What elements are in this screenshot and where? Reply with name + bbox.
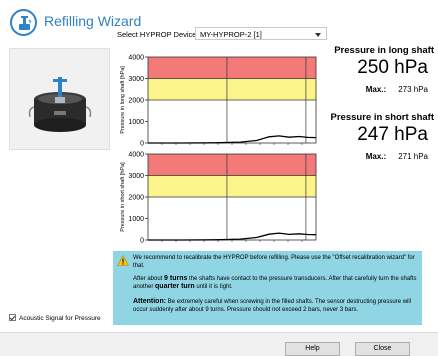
y-axis-label: Pressure in long shaft [hPa] [120,66,126,134]
long-shaft-max-label: Max.: [365,85,387,94]
short-shaft-title: Pressure in short shaft [330,112,434,123]
y-tick-label: 4000 [128,55,144,62]
chevron-down-icon [315,33,321,37]
info-turns-count: 9 turns [164,275,188,282]
acoustic-signal-option[interactable]: Acoustic Signal for Pressure [9,314,101,322]
long-shaft-value: 250 hPa [357,57,428,78]
info-turns-text: After about 9 turns the shafts have cont… [133,275,417,290]
info-recalibration-text: We recommend to recalibrate the HYPROP b… [133,255,415,269]
info-attention-label: Attention: [133,298,167,305]
acoustic-signal-label: Acoustic Signal for Pressure [19,315,101,322]
info-attention-text: Attention: Be extremely careful when scr… [133,298,412,313]
chart-short-shaft-svg: 4000 3000 2000 1000 0 Pressure in short shaft… [120,152,317,245]
y-tick-label: 2000 [128,195,144,202]
info-box: We recommend to recalibrate the HYPROP b… [113,251,422,325]
short-shaft-max-value: 271 hPa [398,152,428,161]
y-tick-label: 1000 [128,119,144,126]
close-button[interactable]: Close [355,342,410,356]
long-shaft-max: Max.: 273 hPa [366,85,428,94]
chart-short-shaft: 4000 3000 2000 1000 0 Pressure in short shaft… [114,150,322,245]
footer-bar: Help Close [0,332,438,356]
short-shaft-max-label: Max.: [365,152,387,161]
pressure-zone-0 [148,154,316,176]
pressure-zone-1 [148,175,316,197]
short-shaft-value: 247 hPa [357,124,428,145]
long-shaft-max-value: 273 hPa [398,85,428,94]
device-select-value: MY-HYPROP-2 [1] [200,30,262,39]
y-tick-label: 3000 [128,173,144,180]
acoustic-signal-checkbox[interactable] [9,314,16,321]
y-tick-label: 3000 [128,76,144,83]
y-tick-label: 0 [140,238,144,245]
hyprop-refill-icon [10,9,37,36]
help-button[interactable]: Help [285,342,340,356]
warning-icon [117,255,129,266]
window-title: Refilling Wizard [44,13,142,29]
y-tick-label: 1000 [128,216,144,223]
y-tick-label: 0 [140,141,144,148]
device-select-label: Select HYPROP Device: [117,30,199,39]
device-select[interactable]: MY-HYPROP-2 [1] [195,27,327,40]
chart-long-shaft: 4000 3000 2000 1000 0 Pressure in long shaft … [114,53,322,148]
info-quarter-turn: quarter turn [155,283,195,290]
y-axis-label: Pressure in short shaft [hPa] [120,162,126,232]
hyprop-device-image [9,48,110,150]
short-shaft-max: Max.: 271 hPa [366,152,428,161]
y-tick-label: 2000 [128,98,144,105]
chart-long-shaft-svg: 4000 3000 2000 1000 0 Pressure in long shaft … [120,55,317,148]
pressure-zone-0 [148,57,316,79]
long-shaft-title: Pressure in long shaft [334,45,434,56]
pressure-zone-1 [148,78,316,100]
y-tick-label: 4000 [128,152,144,159]
